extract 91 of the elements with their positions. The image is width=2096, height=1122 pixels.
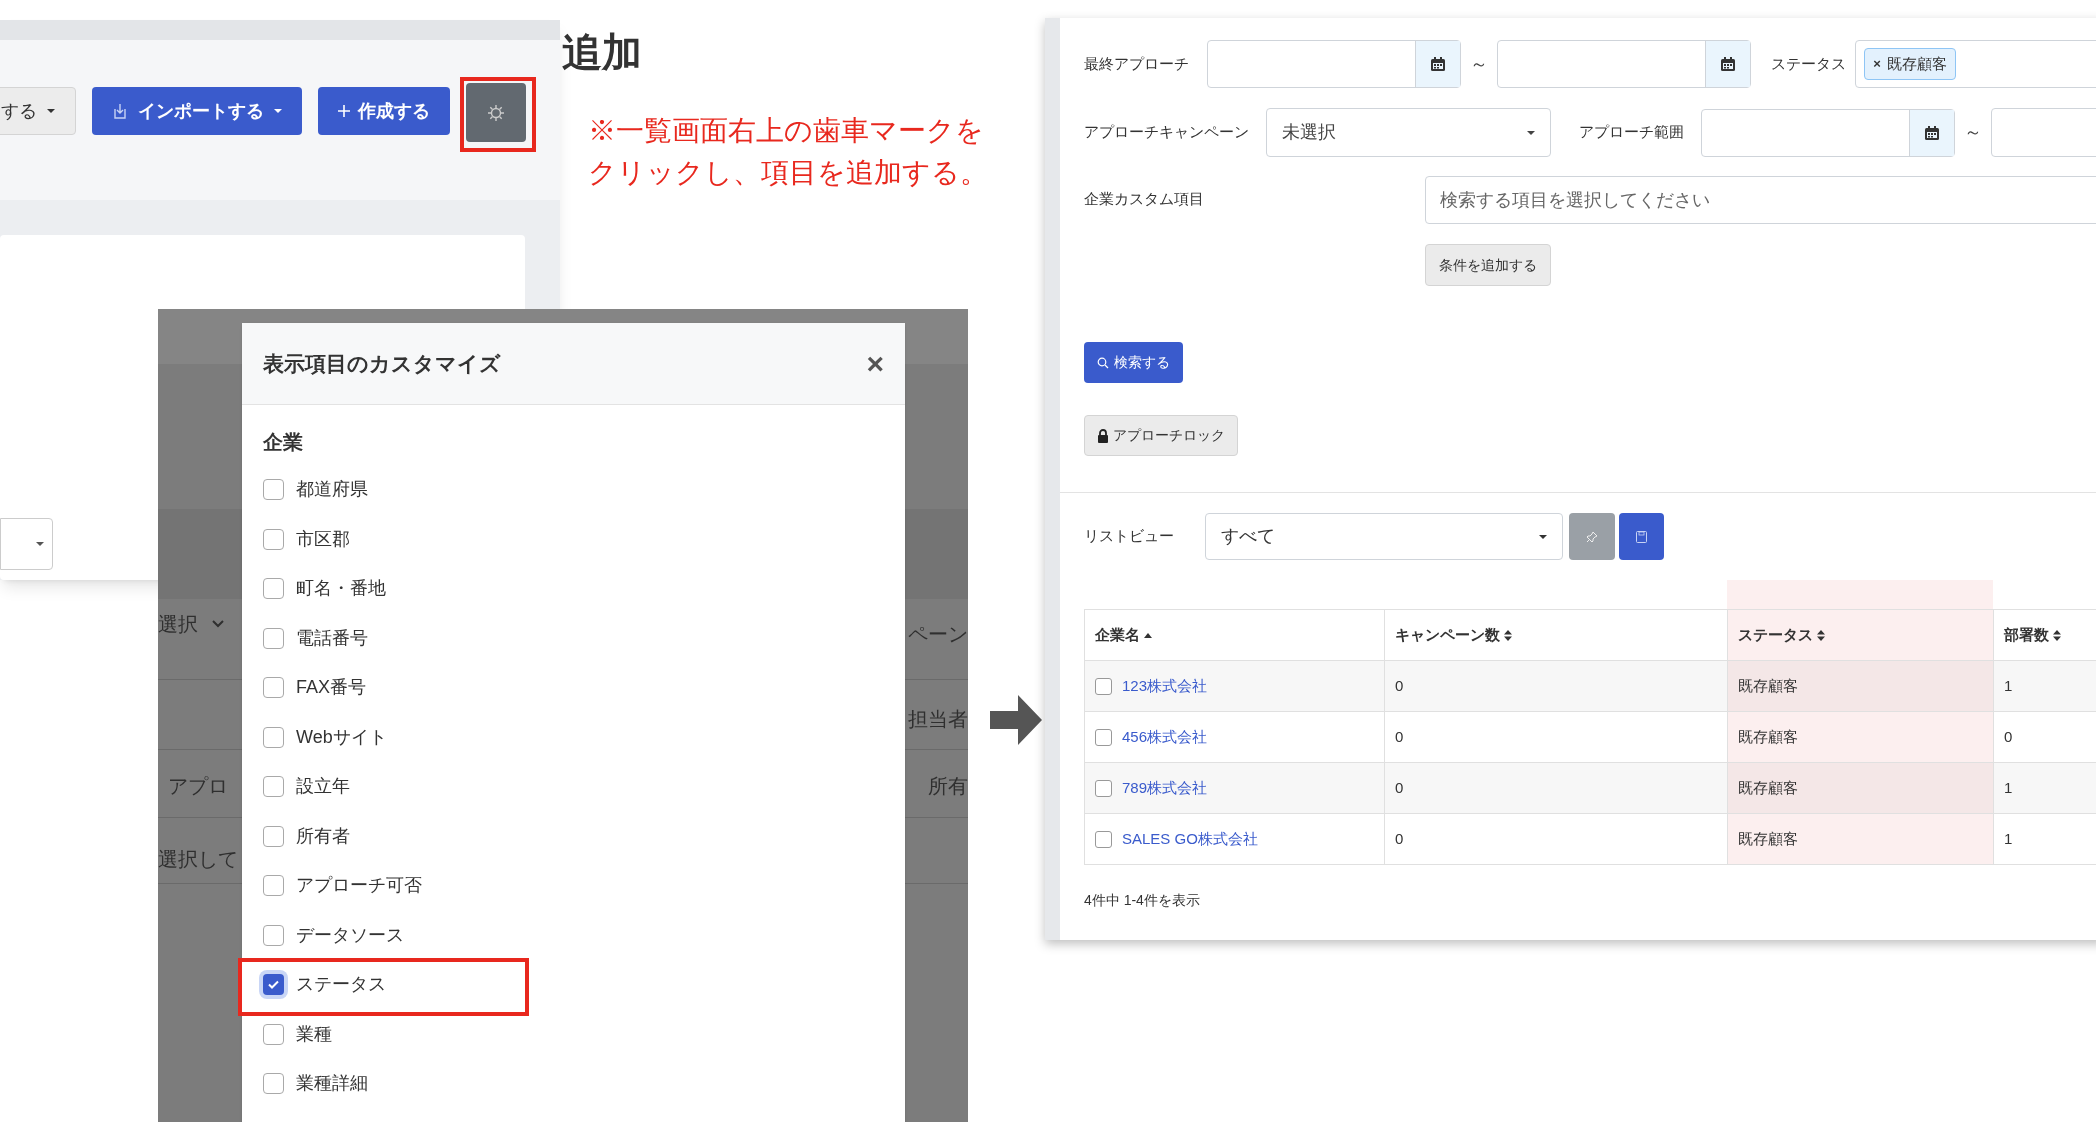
settings-icon bbox=[487, 103, 505, 122]
background-label: 担当者 bbox=[908, 707, 968, 732]
chevron-icon bbox=[212, 620, 224, 628]
company-link[interactable]: SALES GO株式会社 bbox=[1122, 827, 1258, 851]
section-heading: 企業 bbox=[262, 430, 304, 455]
row-checkbox[interactable] bbox=[1095, 779, 1112, 797]
select-field[interactable] bbox=[0, 518, 53, 570]
column-header[interactable]: ステータス bbox=[1728, 610, 1994, 660]
column-header[interactable]: 企業名 bbox=[1085, 610, 1385, 660]
create-button[interactable]: 作成する bbox=[318, 87, 450, 135]
table-cell: 0 bbox=[1994, 712, 2096, 762]
checkbox-option[interactable]: ステータス bbox=[263, 971, 386, 999]
company-link[interactable]: 123株式会社 bbox=[1122, 674, 1208, 698]
table-cell: 既存顧客 bbox=[1728, 712, 1994, 762]
filter-label: アプローチ範囲 bbox=[1578, 122, 1685, 143]
pin-icon bbox=[1586, 530, 1598, 543]
plus-icon bbox=[338, 105, 350, 117]
checkbox-option[interactable]: 設立年 bbox=[263, 773, 350, 801]
close-button[interactable]: × bbox=[866, 348, 884, 379]
table-cell: 1 bbox=[1994, 814, 2096, 864]
modal-title: 表示項目のカスタマイズ bbox=[263, 350, 501, 377]
calendar-icon bbox=[1719, 56, 1736, 72]
import-icon bbox=[112, 102, 128, 120]
checkbox-option[interactable]: 電話番号 bbox=[263, 624, 368, 652]
row-checkbox[interactable] bbox=[1095, 728, 1112, 746]
table-cell: 既存顧客 bbox=[1728, 763, 1994, 813]
filter-label: リストビュー bbox=[1084, 526, 1175, 547]
pagination-summary: 4件中 1-4件を表示 bbox=[1084, 891, 1201, 910]
status-tag: × 既存顧客 bbox=[1864, 48, 1956, 80]
date-field[interactable] bbox=[1991, 108, 2096, 157]
multiselect-field[interactable]: × 既存顧客 bbox=[1855, 40, 2096, 88]
filter-label: 企業カスタム項目 bbox=[1084, 189, 1205, 209]
background-label: 所有 bbox=[928, 774, 968, 799]
calendar-icon bbox=[1429, 56, 1446, 72]
table-cell: 既存顧客 bbox=[1728, 661, 1994, 711]
checkbox-option[interactable]: データソース bbox=[263, 921, 404, 949]
checkbox-option[interactable]: Webサイト bbox=[263, 723, 387, 751]
search-button[interactable]: 検索する bbox=[1084, 342, 1183, 383]
background-label: アプロ bbox=[168, 774, 228, 799]
checkmark-icon bbox=[268, 980, 279, 990]
checkbox-option[interactable]: 町名・番地 bbox=[263, 575, 386, 603]
date-field[interactable] bbox=[1701, 108, 1956, 157]
add-condition-button[interactable]: 条件を追加する bbox=[1425, 244, 1551, 286]
company-link[interactable]: 789株式会社 bbox=[1122, 776, 1208, 800]
calendar-icon bbox=[1924, 124, 1941, 141]
dropdown-button[interactable]: する bbox=[0, 87, 76, 135]
list-view-select[interactable]: すべて bbox=[1205, 513, 1563, 560]
page-heading: 追加 bbox=[562, 32, 642, 72]
lock-icon bbox=[1097, 428, 1109, 443]
range-separator: ～ bbox=[1963, 121, 1984, 144]
caret-icon bbox=[36, 542, 44, 546]
custom-field-search[interactable]: 検索する項目を選択してください bbox=[1425, 176, 2096, 224]
range-separator: ～ bbox=[1468, 52, 1489, 76]
lock-button[interactable]: アプローチロック bbox=[1084, 415, 1238, 456]
date-field[interactable] bbox=[1206, 40, 1461, 88]
caret-icon bbox=[1539, 534, 1547, 539]
table-cell: 既存顧客 bbox=[1728, 814, 1994, 864]
filter-label: アプローチキャンペーン bbox=[1084, 122, 1250, 143]
checkbox-option[interactable]: 市区郡 bbox=[263, 525, 350, 553]
background-label: ペーン bbox=[908, 622, 968, 647]
settings-button[interactable] bbox=[466, 83, 526, 142]
checkbox-option[interactable]: 業種詳細 bbox=[263, 1070, 368, 1098]
checkbox-option[interactable]: アプローチ可否 bbox=[263, 872, 422, 900]
table-cell: 1 bbox=[1994, 661, 2096, 711]
table-cell: 1 bbox=[1994, 763, 2096, 813]
calendar-button[interactable] bbox=[1414, 41, 1460, 87]
caret-icon bbox=[1526, 130, 1535, 135]
checkbox-option[interactable]: 業種 bbox=[263, 1020, 332, 1048]
row-checkbox[interactable] bbox=[1095, 677, 1112, 695]
save-icon bbox=[1636, 530, 1647, 543]
caret-icon bbox=[274, 109, 282, 113]
right-arrow-icon bbox=[990, 695, 1042, 745]
checkbox-option[interactable]: 所有者 bbox=[263, 822, 350, 850]
checkbox-option[interactable]: FAX番号 bbox=[263, 674, 366, 702]
column-header[interactable]: 部署数 bbox=[1994, 610, 2096, 660]
import-button[interactable]: インポートする bbox=[92, 87, 302, 135]
date-field[interactable] bbox=[1496, 40, 1751, 88]
checkbox-option[interactable]: 都道府県 bbox=[263, 476, 368, 504]
background-select-text: 選択 bbox=[158, 612, 198, 637]
background-label: 選択して bbox=[158, 847, 238, 872]
row-checkbox[interactable] bbox=[1095, 830, 1112, 848]
calendar-button[interactable] bbox=[1909, 109, 1955, 156]
calendar-button[interactable] bbox=[1704, 41, 1750, 87]
search-icon bbox=[1097, 356, 1109, 369]
instruction-note: ※一覧画面右上の歯車マークを クリックし、項目を追加する。 bbox=[588, 114, 988, 190]
company-link[interactable]: 456株式会社 bbox=[1122, 725, 1208, 749]
save-button[interactable] bbox=[1619, 513, 1664, 560]
filter-label: ステータス bbox=[1770, 53, 1847, 74]
filter-label: 最終アプローチ bbox=[1084, 53, 1190, 74]
campaign-select[interactable]: 未選択 bbox=[1265, 108, 1551, 157]
caret-icon bbox=[47, 109, 55, 113]
